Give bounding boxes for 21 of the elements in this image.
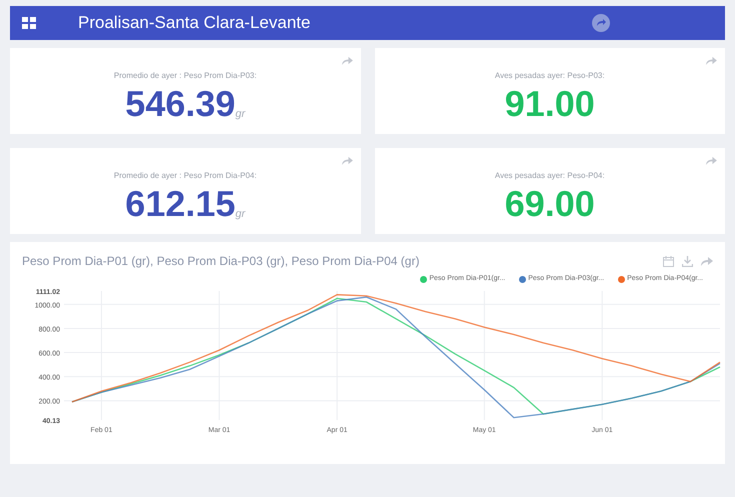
share-icon[interactable] xyxy=(592,14,610,32)
chart-title: Peso Prom Dia-P01 (gr), Peso Prom Dia-P03 (gr), Peso Prom Dia-P04 (gr) xyxy=(22,253,420,270)
metric-value: 91.00 xyxy=(504,84,595,124)
unit-label: gr xyxy=(235,206,246,222)
metric-label: Promedio de ayer : Peso Prom Dia-P04: xyxy=(114,170,257,182)
download-icon[interactable] xyxy=(682,256,693,266)
metric-label: Promedio de ayer : Peso Prom Dia-P03: xyxy=(114,70,257,82)
metric-value: 69.00 xyxy=(504,184,595,224)
grid-icon[interactable] xyxy=(22,17,36,29)
metric-value: 546.39 xyxy=(125,84,236,124)
metric-label: Aves pesadas ayer: Peso-P04: xyxy=(494,170,605,182)
metric-value: 612.15 xyxy=(125,184,236,224)
unit-label: gr xyxy=(235,106,246,122)
share-icon[interactable] xyxy=(342,56,352,65)
share-icon[interactable] xyxy=(342,156,352,165)
metric-label: Aves pesadas ayer: Peso-P03: xyxy=(494,70,605,82)
share-icon[interactable] xyxy=(706,156,717,165)
calendar-icon[interactable] xyxy=(663,256,674,266)
share-icon[interactable] xyxy=(701,256,713,266)
share-icon[interactable] xyxy=(706,56,717,65)
dashboard-title: Proalisan-Santa Clara-Levante xyxy=(78,12,310,34)
